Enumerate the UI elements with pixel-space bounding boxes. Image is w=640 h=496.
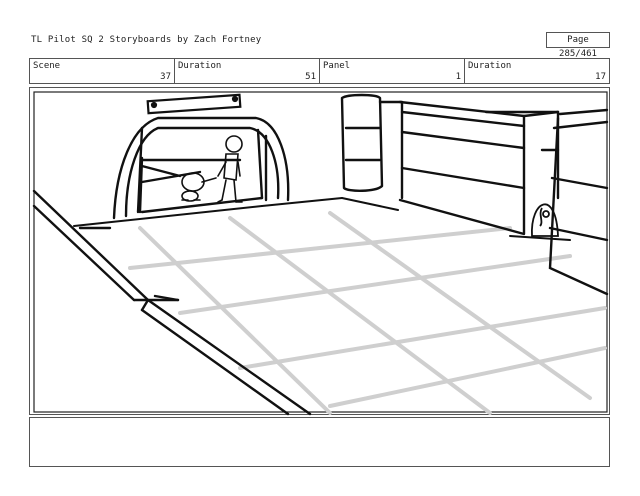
page-number: Page 285/461 xyxy=(546,32,610,59)
panel-value: 1 xyxy=(455,72,461,82)
floor-grid xyxy=(128,211,607,415)
panel-cell: Panel 1 xyxy=(320,59,465,83)
duration-label: Duration xyxy=(178,61,222,71)
panel-duration-cell: Duration 17 xyxy=(465,59,609,83)
scene-value: 37 xyxy=(160,72,171,82)
storyboard-title: TL Pilot SQ 2 Storyboards by Zach Fortne… xyxy=(31,35,262,45)
duration-value: 51 xyxy=(305,72,316,82)
panel-duration-value: 17 xyxy=(595,72,606,82)
left-ledge xyxy=(32,189,312,416)
panel-label: Panel xyxy=(323,61,351,71)
door-sign xyxy=(146,93,242,115)
right-locker xyxy=(540,108,609,296)
scene-label: Scene xyxy=(33,61,61,71)
cabinet xyxy=(340,93,560,236)
panel-duration-label: Duration xyxy=(468,61,512,71)
doorway xyxy=(112,116,290,220)
duration-cell: Duration 51 xyxy=(175,59,320,83)
notes-box xyxy=(29,417,610,467)
panel-info-row: Scene 37 Duration 51 Panel 1 Duration 17 xyxy=(29,58,610,84)
scene-cell: Scene 37 xyxy=(30,59,175,83)
characters xyxy=(181,135,243,203)
storyboard-sketch xyxy=(32,91,609,416)
storyboard-frame xyxy=(29,87,610,416)
